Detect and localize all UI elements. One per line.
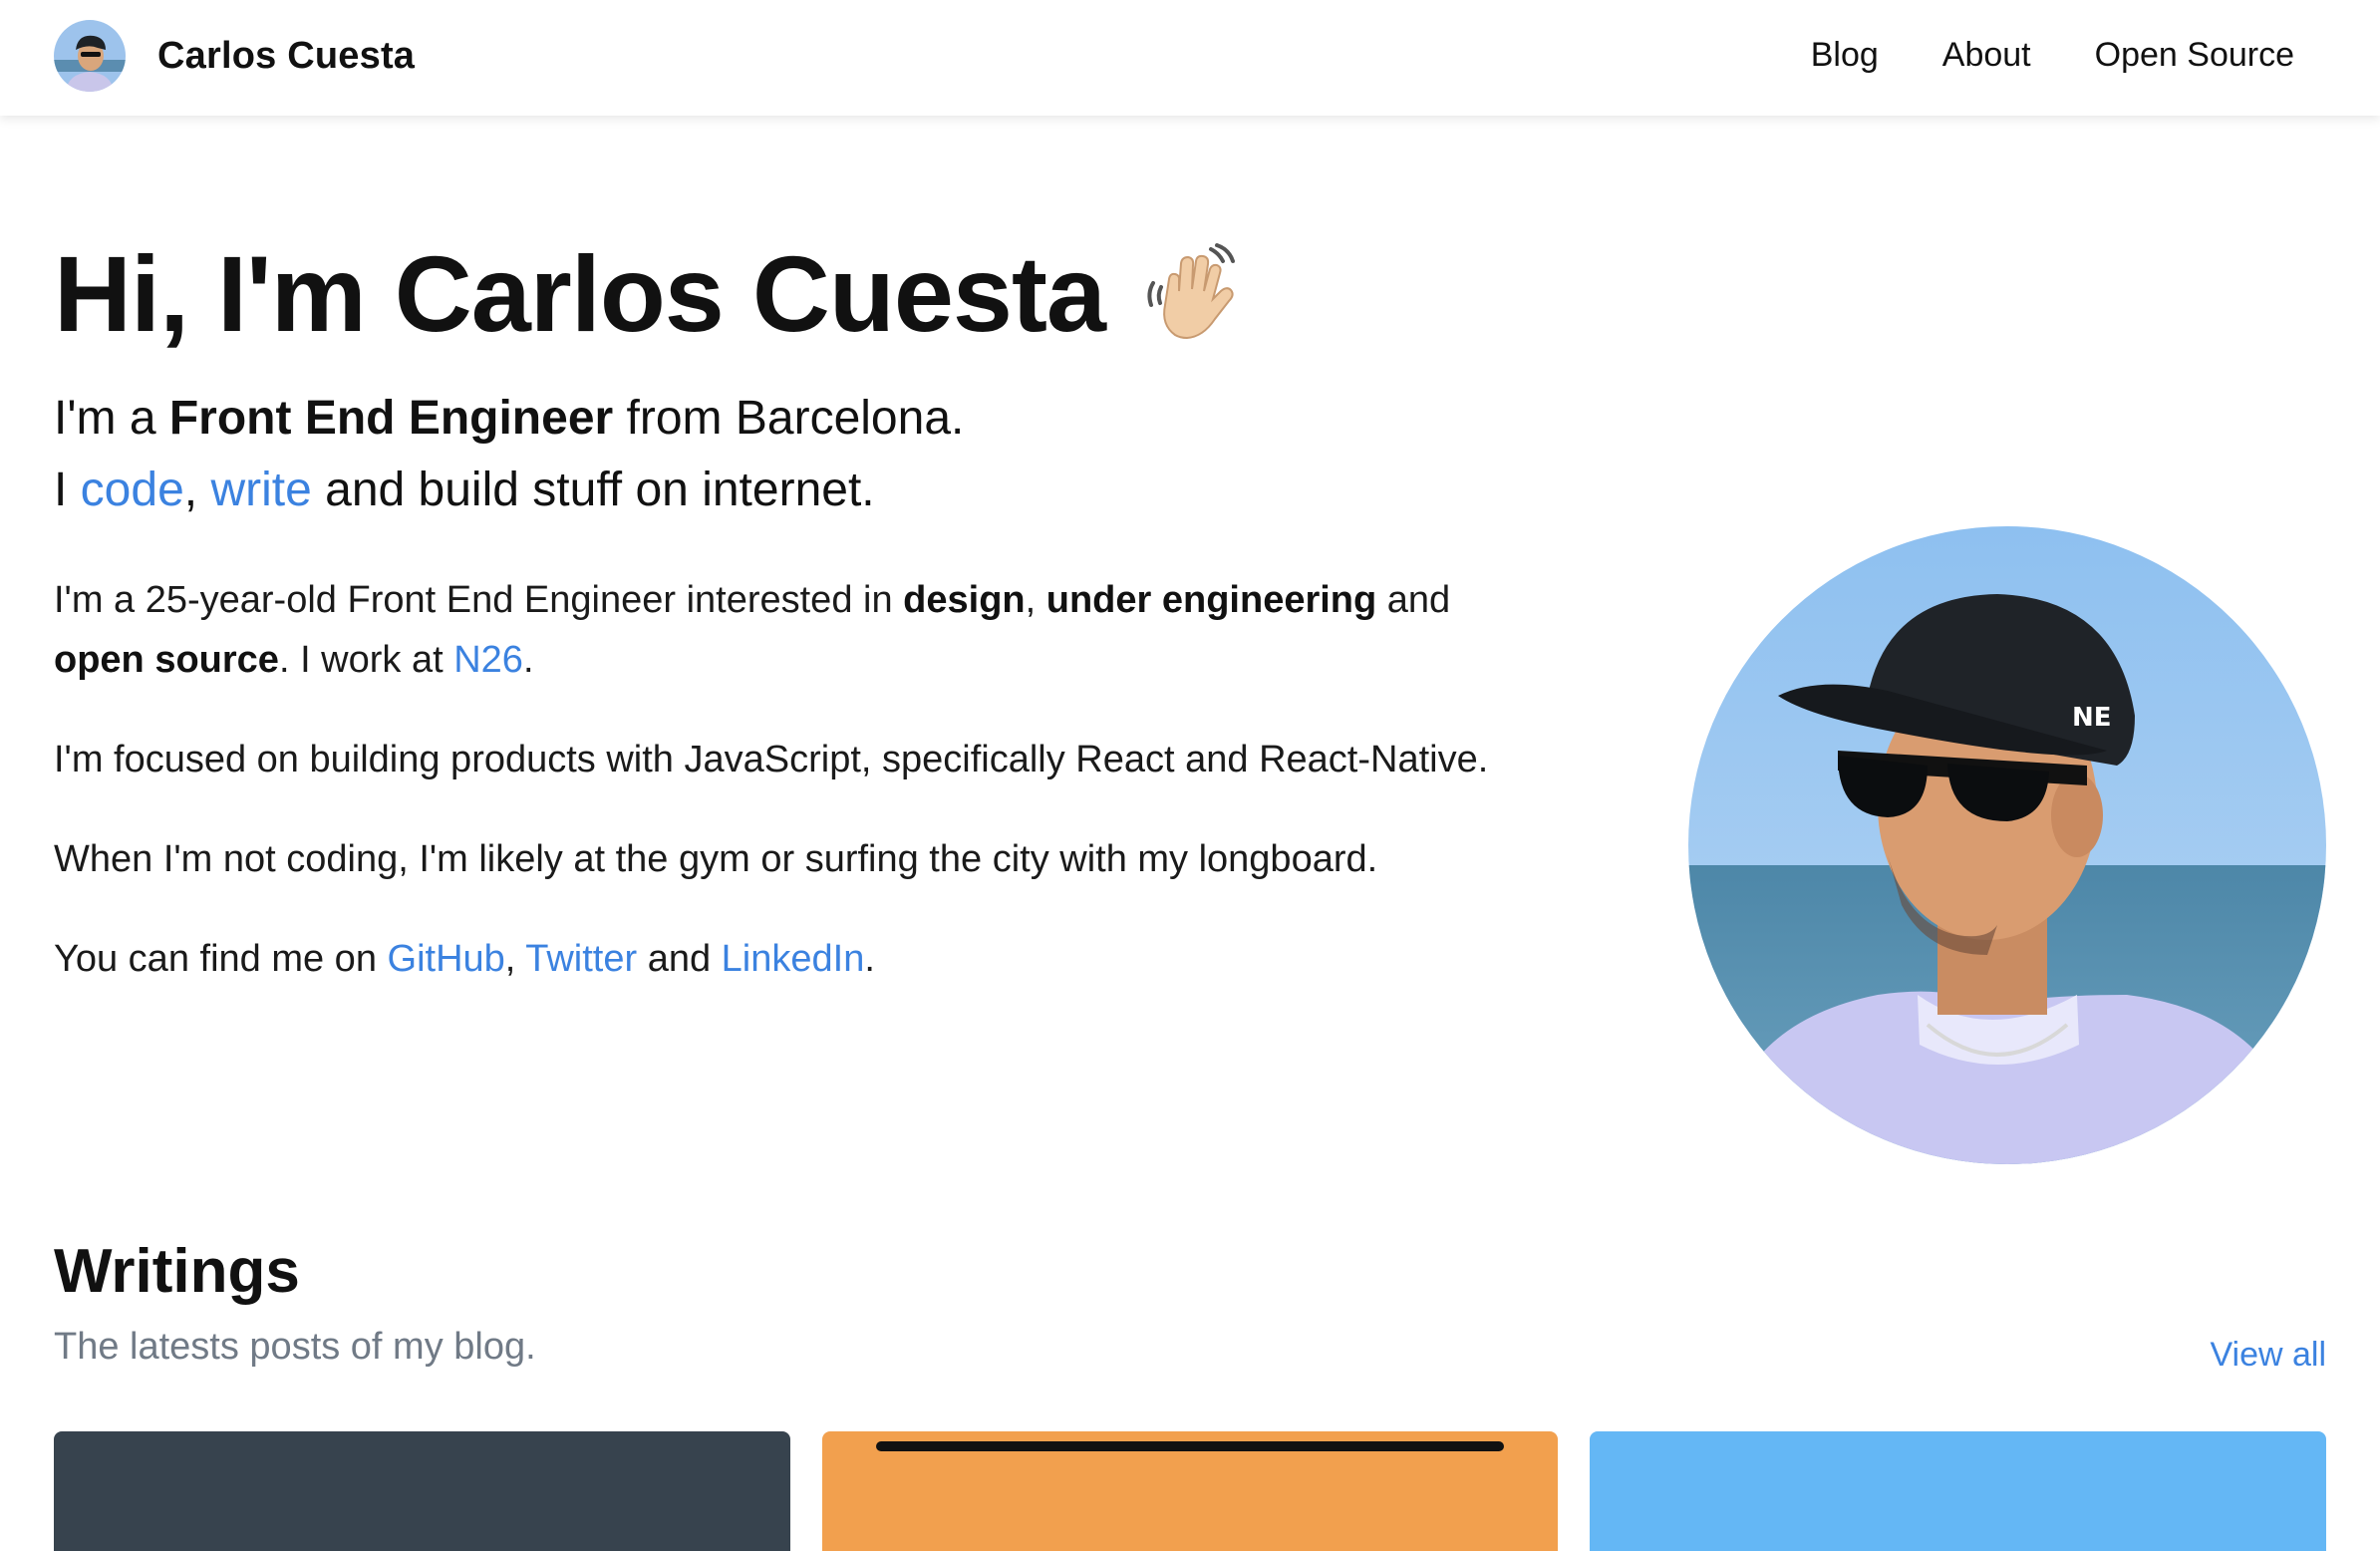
intro-text-segment: , (183, 464, 211, 516)
top-navigation-bar: Carlos Cuesta Blog About Open Source (0, 0, 2380, 116)
intro-role: Front End Engineer (168, 392, 614, 445)
writings-subtitle: The latests posts of my blog. (54, 1326, 536, 1368)
bio-highlight: open source (54, 639, 279, 681)
bio-paragraph-1: I'm a 25-year-old Front End Engineer int… (54, 570, 1529, 690)
intro-line-1: I'm a Front End Engineer from Barcelona. (54, 383, 964, 455)
nav-link-blog[interactable]: Blog (1811, 30, 1879, 80)
post-card-1[interactable] (54, 1431, 790, 1551)
writings-heading: Writings (54, 1237, 300, 1306)
bio-text: I'm a 25-year-old Front End Engineer int… (54, 579, 904, 621)
bio-text: , (504, 938, 526, 980)
post-card-2-graphic (875, 1441, 1505, 1451)
post-card-3[interactable] (1590, 1431, 2327, 1551)
bio: I'm a 25-year-old Front End Engineer int… (54, 570, 1529, 1029)
intro-line-2: I code, write and build stuff on interne… (54, 455, 964, 526)
github-link[interactable]: GitHub (388, 938, 505, 980)
post-card-2[interactable] (821, 1431, 1559, 1551)
n26-link[interactable]: N26 (453, 639, 523, 681)
bio-text: . (864, 938, 875, 980)
hero-title: Hi, I'm Carlos Cuesta (54, 229, 1249, 359)
intro-text-segment: I'm a (54, 392, 169, 445)
intro-text-segment: and build stuff on internet. (311, 464, 875, 516)
bio-text: . I work at (278, 639, 454, 681)
post-cards (54, 1431, 2327, 1551)
view-all-posts-link[interactable]: View all (2210, 1330, 2326, 1380)
nav-link-about[interactable]: About (1942, 30, 2031, 80)
twitter-link[interactable]: Twitter (525, 938, 637, 980)
bio-text: , (1025, 579, 1046, 621)
intro-text-segment: I (54, 464, 81, 516)
bio-paragraph-3: When I'm not coding, I'm likely at the g… (54, 838, 1378, 880)
bio-text: and (1376, 579, 1451, 621)
bio-text: You can find me on (54, 938, 388, 980)
bio-text: and (637, 938, 722, 980)
bio-paragraph-4: You can find me on GitHub, Twitter and L… (54, 929, 1529, 989)
nav-link-open-source[interactable]: Open Source (2095, 30, 2294, 80)
bio-paragraph-2: I'm focused on building products with Ja… (54, 739, 1489, 780)
bio-highlight: design (903, 579, 1026, 621)
brand-name: Carlos Cuesta (157, 34, 416, 77)
bio-text: . (522, 639, 534, 681)
linkedin-link[interactable]: LinkedIn (722, 938, 865, 980)
brand-avatar (54, 20, 126, 92)
intro-text: I'm a Front End Engineer from Barcelona.… (54, 383, 964, 526)
main-nav: Blog About Open Source (1811, 30, 2294, 80)
hero-title-text: Hi, I'm Carlos Cuesta (54, 233, 1106, 354)
profile-photo: NE (1688, 526, 2326, 1164)
bio-highlight: under engineering (1045, 579, 1377, 621)
brand-home-link[interactable]: Carlos Cuesta (54, 20, 415, 92)
svg-text:NE: NE (2072, 703, 2112, 733)
write-link[interactable]: write (210, 464, 311, 516)
intro-text-segment: from Barcelona. (613, 392, 965, 445)
waving-hand-icon (1139, 239, 1249, 349)
code-link[interactable]: code (81, 464, 184, 516)
